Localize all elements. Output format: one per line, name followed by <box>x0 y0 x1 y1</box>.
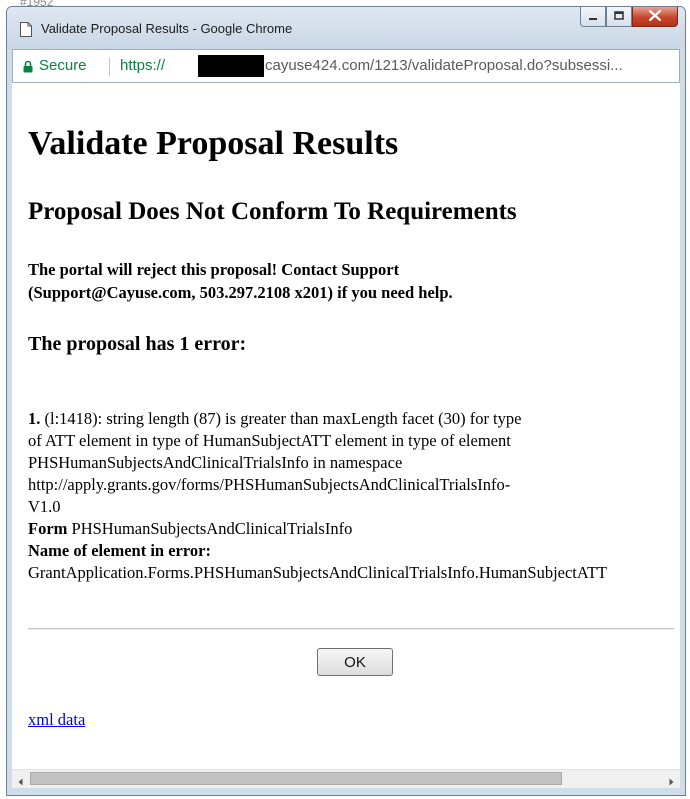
maximize-icon <box>614 8 624 26</box>
page-title: Validate Proposal Results <box>28 125 399 162</box>
error-item: 1. (l:1418): string length (87) is great… <box>28 408 680 584</box>
title-bar[interactable]: Validate Proposal Results - Google Chrom… <box>7 7 685 49</box>
error-form-row: Form PHSHumanSubjectsAndClinicalTrialsIn… <box>28 518 680 540</box>
horizontal-scrollbar[interactable] <box>12 769 680 788</box>
page-subtitle: Proposal Does Not Conform To Requirement… <box>28 198 517 225</box>
divider <box>28 628 674 630</box>
form-label: Form <box>28 519 68 538</box>
form-value: PHSHumanSubjectsAndClinicalTrialsInfo <box>67 519 353 538</box>
scroll-right-icon[interactable] <box>666 774 676 786</box>
error-line-2: of ATT element in type of HumanSubjectAT… <box>28 431 511 450</box>
scroll-left-icon[interactable] <box>16 774 26 786</box>
error-line-3: PHSHumanSubjectsAndClinicalTrialsInfo in… <box>28 453 403 472</box>
error-line-5: V1.0 <box>28 497 61 516</box>
url-text: cayuse424.com/1213/validateProposal.do?s… <box>265 57 623 74</box>
minimize-button[interactable] <box>580 7 606 27</box>
warning-line-2: (Support@Cayuse.com, 503.297.2108 x201) … <box>28 283 453 302</box>
window-title: Validate Proposal Results - Google Chrom… <box>41 21 293 36</box>
element-label-row: Name of element in error: <box>28 540 680 562</box>
address-bar[interactable]: Secure https:// cayuse424.com/1213/valid… <box>12 49 680 83</box>
warning-line-1: The portal will reject this proposal! Co… <box>28 260 400 279</box>
window-controls <box>580 7 678 29</box>
error-text: (l:1418): string length (87) is greater … <box>40 409 522 428</box>
ok-button[interactable]: OK <box>317 648 393 676</box>
element-label: Name of element in error: <box>28 541 211 560</box>
lock-icon <box>23 60 33 73</box>
element-value: GrantApplication.Forms.PHSHumanSubjectsA… <box>28 563 608 582</box>
page-content: Validate Proposal Results Proposal Does … <box>12 83 680 788</box>
close-button[interactable] <box>632 7 678 27</box>
url-scheme: https:// <box>120 57 166 74</box>
scrollbar-thumb[interactable] <box>30 772 562 785</box>
redacted-block <box>198 55 264 77</box>
error-count-heading: The proposal has 1 error: <box>28 333 247 355</box>
rejection-warning: The portal will reject this proposal! Co… <box>28 258 648 304</box>
error-number: 1. <box>28 409 41 428</box>
error-line-1: 1. (l:1418): string length (87) is great… <box>28 408 680 430</box>
minimize-icon <box>588 8 598 26</box>
maximize-button[interactable] <box>606 7 632 27</box>
page-icon <box>20 22 32 37</box>
close-icon <box>648 8 662 26</box>
error-line-4: http://apply.grants.gov/forms/PHSHumanSu… <box>28 475 511 494</box>
address-separator <box>109 58 110 76</box>
secure-label: Secure <box>39 57 87 74</box>
browser-popup-window: Validate Proposal Results - Google Chrom… <box>6 6 686 796</box>
xml-data-link[interactable]: xml data <box>28 710 85 730</box>
